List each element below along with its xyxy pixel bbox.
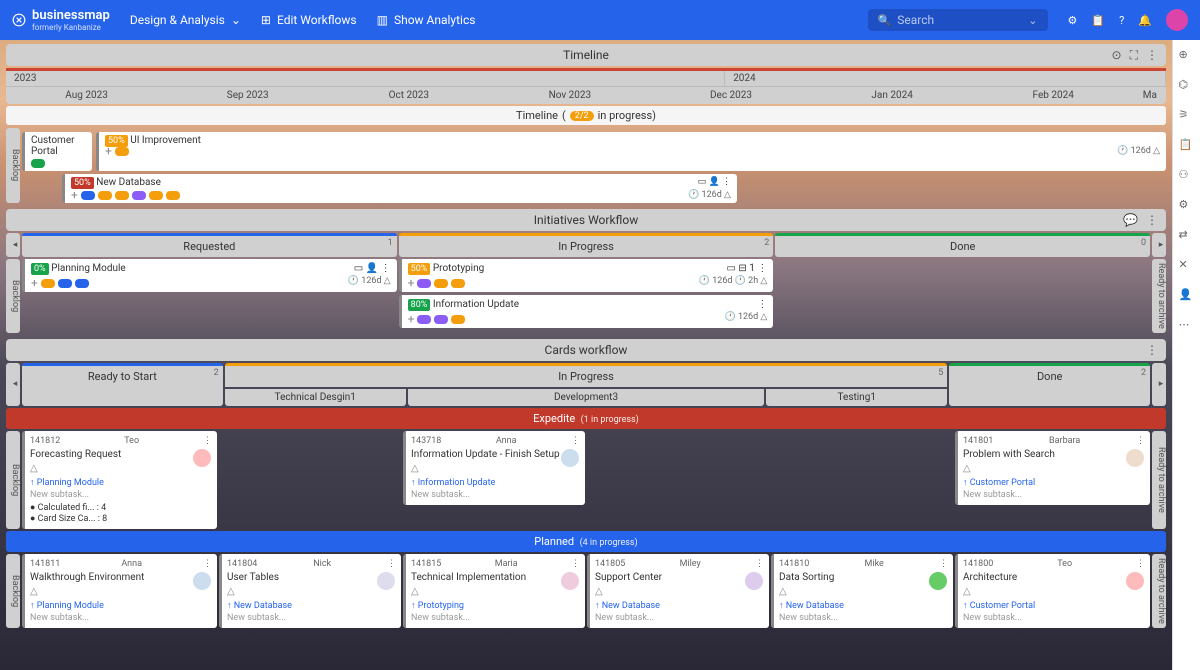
org-icon[interactable]: ⚇	[1179, 168, 1195, 184]
column-in-progress[interactable]: In Progress2	[399, 233, 774, 257]
menu-design-analysis[interactable]: Design & Analysis ⌄	[130, 13, 241, 27]
archive-handle[interactable]: Ready to archive	[1152, 431, 1166, 529]
tools-icon[interactable]: ✕	[1179, 258, 1195, 274]
clipboard-icon[interactable]: 📋	[1091, 14, 1105, 27]
swap-icon[interactable]: ⇄	[1179, 228, 1195, 244]
logo-icon	[12, 13, 26, 27]
chart-icon: ▥	[377, 13, 388, 27]
right-sidebar: ⊕ ⌬ ⚞ 📋 ⚇ ⚙ ⇄ ✕ 👤 ⋯	[1172, 40, 1200, 670]
more-icon[interactable]: ⋮	[1146, 48, 1158, 63]
chevron-down-icon: ⌄	[231, 13, 241, 27]
topbar: businessmap formerly Kanbanize Design & …	[0, 0, 1200, 40]
card-walkthrough[interactable]: 141811Anna⋮ Walkthrough Environment △ ↑ …	[22, 554, 217, 628]
initiative-card-info-update[interactable]: 80% Information Update⋮ + 🕐 126d △	[399, 295, 774, 328]
initiative-card-planning[interactable]: 0% Planning Module ▭ 👤 ⋮ + 🕐 126d △	[22, 259, 397, 292]
card-forecasting[interactable]: 141812Teo⋮ Forecasting Request △ ↑ Plann…	[22, 431, 217, 529]
logo[interactable]: businessmap formerly Kanbanize	[12, 8, 110, 32]
month-label: Feb 2024	[973, 87, 1134, 104]
initiative-card-prototyping[interactable]: 50% Prototyping▭ ⊟ 1 ⋮ + 🕐 126d 🕐 2h △	[399, 259, 774, 292]
column-requested[interactable]: Requested1	[22, 233, 397, 257]
search-box[interactable]: 🔍 ⌄	[868, 9, 1048, 31]
backlog-handle[interactable]: Backlog	[6, 128, 20, 203]
timeline-header: Timeline ⊙ ⛶ ⋮	[6, 44, 1166, 66]
year-label: 2023	[6, 71, 725, 86]
column-in-progress[interactable]: In Progress5	[225, 363, 948, 387]
backlog-handle[interactable]: Backlog	[6, 431, 20, 529]
gear-icon[interactable]: ⚙	[1068, 14, 1078, 27]
comment-icon[interactable]: 💬	[1123, 213, 1138, 227]
month-label: Sep 2023	[167, 87, 328, 104]
year-label: 2024	[725, 71, 1166, 86]
more-icon[interactable]: ⋮	[203, 436, 212, 446]
initiatives-header: Initiatives Workflow 💬⋮	[6, 209, 1166, 231]
month-label: Jan 2024	[812, 87, 973, 104]
archive-handle[interactable]: Ready to archive	[1152, 259, 1166, 333]
search-dropdown-icon[interactable]: ⌄	[1028, 14, 1037, 27]
table-icon: ⊞	[261, 13, 271, 27]
add-icon[interactable]: +	[71, 191, 78, 200]
card-info-update-setup[interactable]: 143718Anna⋮ Information Update - Finish …	[403, 431, 585, 505]
timeline-card-ui-improvement[interactable]: 50% UI Improvement + 🕐 126d △	[96, 132, 1166, 171]
collapse-handle[interactable]: ◂	[6, 233, 20, 257]
hierarchy-icon[interactable]: ⌬	[1179, 78, 1195, 94]
backlog-handle[interactable]: Backlog	[6, 259, 20, 333]
user-icon[interactable]: 👤	[1179, 288, 1195, 304]
avatar[interactable]	[1166, 9, 1188, 31]
month-label: Ma	[1134, 87, 1166, 104]
subcolumn-development[interactable]: Development3	[408, 389, 764, 406]
more-icon[interactable]: ⋮	[1146, 343, 1158, 357]
swimlane-planned[interactable]: Planned (4 in progress)	[6, 531, 1166, 552]
column-done[interactable]: Done0	[775, 233, 1150, 257]
brand-name: businessmap	[32, 8, 110, 23]
collapse-handle[interactable]: ▸	[1152, 363, 1166, 406]
backlog-handle[interactable]: Backlog	[6, 554, 20, 628]
show-analytics-button[interactable]: ▥ Show Analytics	[377, 13, 476, 27]
column-ready[interactable]: Ready to Start2	[22, 363, 223, 406]
subcolumn-testing[interactable]: Testing1	[766, 389, 947, 406]
more-icon[interactable]: ⋮	[1146, 213, 1158, 227]
timeline-card-new-database[interactable]: 50% New Database ▭ 👤 ⋮ + 🕐 126d △	[62, 174, 737, 203]
bell-icon[interactable]: 🔔	[1138, 14, 1152, 27]
add-icon[interactable]: +	[105, 147, 112, 156]
month-label: Dec 2023	[650, 87, 811, 104]
search-icon: 🔍	[878, 14, 892, 27]
month-label: Aug 2023	[6, 87, 167, 104]
collapse-handle[interactable]: ▸	[1152, 233, 1166, 257]
timeline-subheader: Timeline (2/2 in progress)	[6, 106, 1166, 125]
month-label: Nov 2023	[489, 87, 650, 104]
clipboard-icon[interactable]: 📋	[1179, 138, 1195, 154]
card-data-sorting[interactable]: 141810Mike⋮ Data Sorting △ ↑ New Databas…	[771, 554, 953, 628]
expand-icon[interactable]: ⛶	[1130, 48, 1138, 63]
record-icon[interactable]: ⊙	[1112, 48, 1122, 63]
card-support-center[interactable]: 141805Miley⋮ Support Center △ ↑ New Data…	[587, 554, 769, 628]
cards-workflow-header: Cards workflow ⋮	[6, 339, 1166, 361]
add-icon[interactable]: ⊕	[1179, 48, 1195, 64]
dots-icon[interactable]: ⋯	[1179, 318, 1195, 334]
avatar-icon	[561, 449, 579, 467]
card-technical-impl[interactable]: 141815Maria⋮ Technical Implementation △ …	[403, 554, 585, 628]
brand-subtitle: formerly Kanbanize	[32, 23, 110, 32]
subcolumn-technical-design[interactable]: Technical Desgin1	[225, 389, 406, 406]
archive-handle[interactable]: Ready to archive	[1152, 554, 1166, 628]
avatar-icon	[1126, 449, 1144, 467]
progress-badge: 2/2	[570, 111, 594, 121]
swimlane-expedite[interactable]: Expedite (1 in progress)	[6, 408, 1166, 429]
tree-icon[interactable]: ⚞	[1179, 108, 1195, 124]
edit-workflows-button[interactable]: ⊞ Edit Workflows	[261, 13, 357, 27]
timeline-card-customer-portal[interactable]: Customer Portal	[22, 132, 92, 171]
timeline-ruler: 2023 2024 Aug 2023 Sep 2023 Oct 2023 Nov…	[6, 68, 1166, 104]
search-input[interactable]	[897, 13, 1022, 27]
help-icon[interactable]: ?	[1119, 14, 1124, 27]
card-architecture[interactable]: 141800Teo⋮ Architecture △ ↑ Customer Por…	[955, 554, 1150, 628]
collapse-handle[interactable]: ◂	[6, 363, 20, 406]
avatar-icon	[193, 449, 211, 467]
gear-icon[interactable]: ⚙	[1179, 198, 1195, 214]
month-label: Oct 2023	[328, 87, 489, 104]
column-done[interactable]: Done2	[949, 363, 1150, 406]
card-user-tables[interactable]: 141804Nick⋮ User Tables △ ↑ New Database…	[219, 554, 401, 628]
card-problem-search[interactable]: 141801Barbara⋮ Problem with Search △ ↑ C…	[955, 431, 1150, 505]
